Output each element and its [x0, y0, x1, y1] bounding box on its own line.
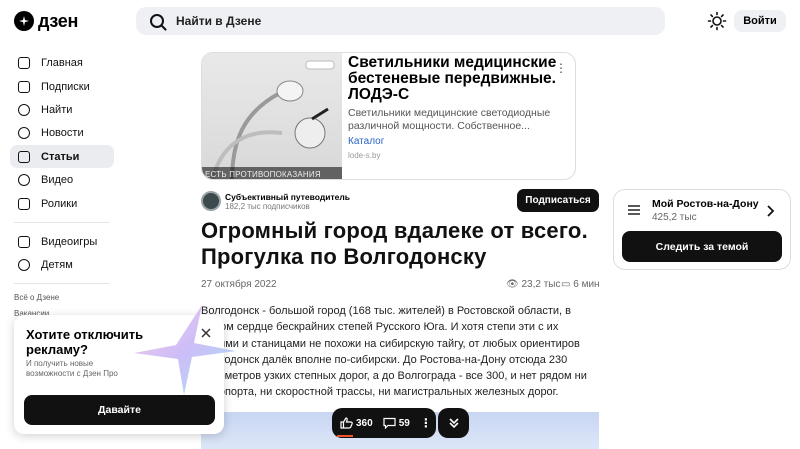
likes-count: 360	[356, 417, 373, 429]
sidebar-item-search[interactable]: Найти	[10, 98, 114, 121]
scroll-down-button[interactable]	[438, 408, 469, 438]
search-bar[interactable]: Найти в Дзене	[136, 7, 665, 35]
close-icon[interactable]	[200, 327, 212, 339]
search-icon	[18, 103, 30, 116]
shorts-icon	[18, 197, 30, 210]
channel-name[interactable]: Субъективный путеводитель	[225, 192, 350, 202]
sidebar-item-kids[interactable]: Детям	[10, 253, 114, 276]
zen-logo[interactable]: дзен	[14, 10, 78, 32]
eye-icon: 👁	[506, 279, 519, 290]
follow-topic-button[interactable]: Следить за темой	[622, 231, 782, 262]
zen-logo-icon	[14, 11, 34, 31]
comments-button[interactable]: 59	[383, 417, 410, 429]
read-time-value: 6 мин	[573, 279, 600, 290]
subscriptions-icon	[18, 80, 30, 93]
search-icon	[150, 14, 164, 28]
search-placeholder: Найти в Дзене	[176, 14, 262, 28]
lamp-illustration	[210, 60, 335, 179]
popup-title: Хотите отключить рекламу?	[26, 327, 144, 357]
sidebar-item-games[interactable]: Видеоигры	[10, 230, 114, 253]
gamepad-icon	[18, 235, 30, 248]
article-body: Волгодонск - большой город (168 тыс. жит…	[201, 305, 587, 399]
ad-image: ЕСТЬ ПРОТИВОПОКАЗАНИЯ	[202, 53, 342, 179]
sidebar-item-label: Детям	[41, 258, 73, 271]
reading-progress	[337, 435, 353, 437]
kids-icon	[18, 258, 30, 271]
sidebar-item-shorts[interactable]: Ролики	[10, 192, 114, 215]
sidebar-item-home[interactable]: Главная	[10, 51, 114, 74]
more-icon[interactable]: ⋮	[420, 417, 432, 429]
home-icon	[18, 56, 30, 69]
logo-text: дзен	[38, 10, 79, 31]
sidebar-item-label: Главная	[41, 56, 83, 69]
sidebar-item-label: Видео	[41, 173, 74, 186]
channel-subscribers: 182,2 тыс подписчиков	[225, 202, 310, 211]
sidebar-item-subscriptions[interactable]: Подписки	[10, 75, 114, 98]
sun-icon[interactable]	[707, 11, 727, 31]
ad-domain: lode-s.by	[348, 151, 381, 160]
login-button[interactable]: Войти	[734, 10, 786, 32]
sidebar-item-label: Видеоигры	[41, 235, 98, 248]
article-views: 👁 23,2 тыс	[506, 279, 561, 290]
views-count: 23,2 тыс	[521, 279, 561, 290]
chevron-right-icon[interactable]	[767, 205, 775, 217]
sidebar-item-news[interactable]: Новости	[10, 121, 114, 144]
book-icon: ▭	[561, 279, 571, 290]
ad-category-link[interactable]: Каталог	[348, 136, 384, 147]
topic-name[interactable]: Мой Ростов-на-Дону	[652, 198, 759, 210]
sidebar-divider	[14, 222, 110, 223]
sidebar-item-label: Найти	[41, 103, 73, 116]
video-icon	[18, 173, 30, 186]
article-actions-toolbar: 360 59 ⋮	[332, 408, 436, 438]
ad-warning-label: ЕСТЬ ПРОТИВОПОКАЗАНИЯ	[202, 167, 342, 179]
thumbs-up-icon	[340, 417, 353, 429]
sidebar-item-label: Подписки	[41, 80, 90, 93]
like-button[interactable]: 360	[340, 417, 373, 429]
comments-count: 59	[398, 417, 410, 429]
popup-subtitle: И получить новые возможности с Дзен Про	[26, 359, 118, 378]
articles-icon	[18, 150, 30, 163]
ad-title[interactable]: Светильники медицинские бестеневые перед…	[348, 55, 558, 103]
article-date: 27 октября 2022	[201, 279, 277, 290]
sidebar-item-video[interactable]: Видео	[10, 168, 114, 191]
sidebar-item-label: Статьи	[41, 150, 80, 163]
ad-menu-icon[interactable]: ⋮	[555, 62, 567, 74]
disable-ads-popup: Хотите отключить рекламу? И получить нов…	[14, 305, 236, 434]
news-icon	[18, 126, 30, 139]
article-read-time: ▭ 6 мин	[561, 279, 600, 290]
sidebar-item-articles[interactable]: Статьи	[10, 145, 114, 168]
accept-button[interactable]: Давайте	[24, 395, 215, 425]
footer-link-about[interactable]: Всё о Дзене	[14, 293, 59, 302]
subscribe-button[interactable]: Подписаться	[517, 189, 599, 212]
double-chevron-down-icon	[448, 418, 459, 429]
sidebar-divider	[14, 283, 110, 284]
sparkle-star-icon	[134, 305, 236, 395]
sidebar-item-label: Ролики	[41, 197, 78, 210]
topic-subscribers: 425,2 тыс	[652, 212, 697, 223]
channel-avatar[interactable]	[201, 191, 221, 211]
sidebar-item-label: Новости	[41, 126, 84, 139]
article-title: Огромный город вдалеке от всего. Прогулк…	[201, 218, 588, 269]
menu-icon	[628, 205, 640, 215]
comment-icon	[383, 417, 396, 429]
ad-card[interactable]: ЕСТЬ ПРОТИВОПОКАЗАНИЯ Светильники медици…	[201, 52, 576, 180]
ad-description: Светильники медицинские светодиодные раз…	[348, 107, 551, 132]
